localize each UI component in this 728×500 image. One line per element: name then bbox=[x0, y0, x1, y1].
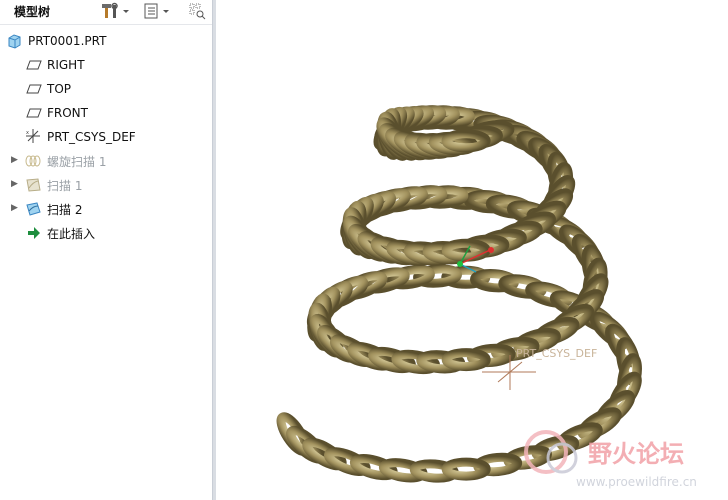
tree-item-top[interactable]: TOP bbox=[0, 78, 212, 100]
chevron-down-icon bbox=[163, 10, 169, 13]
csys-label: PRT_CSYS_DEF bbox=[516, 347, 597, 360]
chevron-down-icon bbox=[123, 10, 129, 13]
filter-button[interactable] bbox=[188, 2, 206, 20]
tree-settings-button[interactable] bbox=[100, 2, 130, 20]
helical-sweep-icon bbox=[25, 155, 41, 167]
expand-arrow-icon[interactable]: ▶ bbox=[11, 155, 18, 165]
sweep-icon bbox=[26, 202, 41, 216]
tree-item-label: 扫描 1 bbox=[47, 178, 83, 193]
insert-here-icon bbox=[28, 227, 40, 239]
tree-item-helical-sweep[interactable]: ▶ 螺旋扫描 1 bbox=[0, 150, 212, 172]
filter-grid-icon bbox=[189, 3, 206, 20]
datum-plane-icon bbox=[26, 84, 42, 94]
svg-text:x: x bbox=[26, 130, 29, 136]
tree-item-label: PRT_CSYS_DEF bbox=[47, 130, 136, 144]
model-canvas: PRT_CSYS_DEF 野火论坛 www.proewildfire.cn bbox=[276, 105, 697, 489]
csys-icon: x bbox=[26, 129, 40, 143]
show-options-button[interactable] bbox=[142, 2, 170, 20]
tree-root[interactable]: PRT0001.PRT bbox=[0, 30, 212, 52]
tree-item-sweep-2[interactable]: ▶ 扫描 2 bbox=[0, 198, 212, 220]
watermark-url: www.proewildfire.cn bbox=[576, 475, 697, 489]
tree-item-label: TOP bbox=[47, 82, 72, 96]
sweep-icon bbox=[26, 178, 41, 192]
model-tree-toolbar: 模型树 bbox=[0, 0, 212, 25]
expand-arrow-icon[interactable]: ▶ bbox=[11, 203, 18, 213]
tree-item-label: RIGHT bbox=[47, 58, 85, 72]
graphics-viewport[interactable]: PRT_CSYS_DEF 野火论坛 www.proewildfire.cn bbox=[216, 0, 728, 500]
tree-item-insert-here[interactable]: 在此插入 bbox=[0, 222, 212, 244]
datum-plane-icon bbox=[26, 108, 42, 118]
list-icon bbox=[144, 3, 158, 19]
tools-icon bbox=[102, 2, 118, 18]
watermark-title: 野火论坛 bbox=[588, 440, 684, 468]
tree-item-label: 螺旋扫描 1 bbox=[47, 154, 107, 169]
expand-arrow-icon[interactable]: ▶ bbox=[11, 179, 18, 189]
tree-item-label: FRONT bbox=[47, 106, 88, 120]
tree-item-label: 扫描 2 bbox=[47, 202, 83, 217]
model-tree-title: 模型树 bbox=[14, 5, 51, 19]
part-icon bbox=[8, 34, 21, 49]
tree-item-right[interactable]: RIGHT bbox=[0, 54, 212, 76]
tree-root-label: PRT0001.PRT bbox=[28, 34, 107, 48]
tree-item-sweep-1[interactable]: ▶ 扫描 1 bbox=[0, 174, 212, 196]
datum-plane-icon bbox=[26, 60, 42, 70]
tree-item-csys[interactable]: x PRT_CSYS_DEF bbox=[0, 126, 212, 148]
helical-spring-model[interactable] bbox=[276, 105, 642, 483]
model-tree-panel: 模型树 PRT0001.PRT RIGHT TOP FRONT x PRT_CS… bbox=[0, 0, 212, 500]
tree-item-label: 在此插入 bbox=[47, 226, 96, 241]
tree-item-front[interactable]: FRONT bbox=[0, 102, 212, 124]
